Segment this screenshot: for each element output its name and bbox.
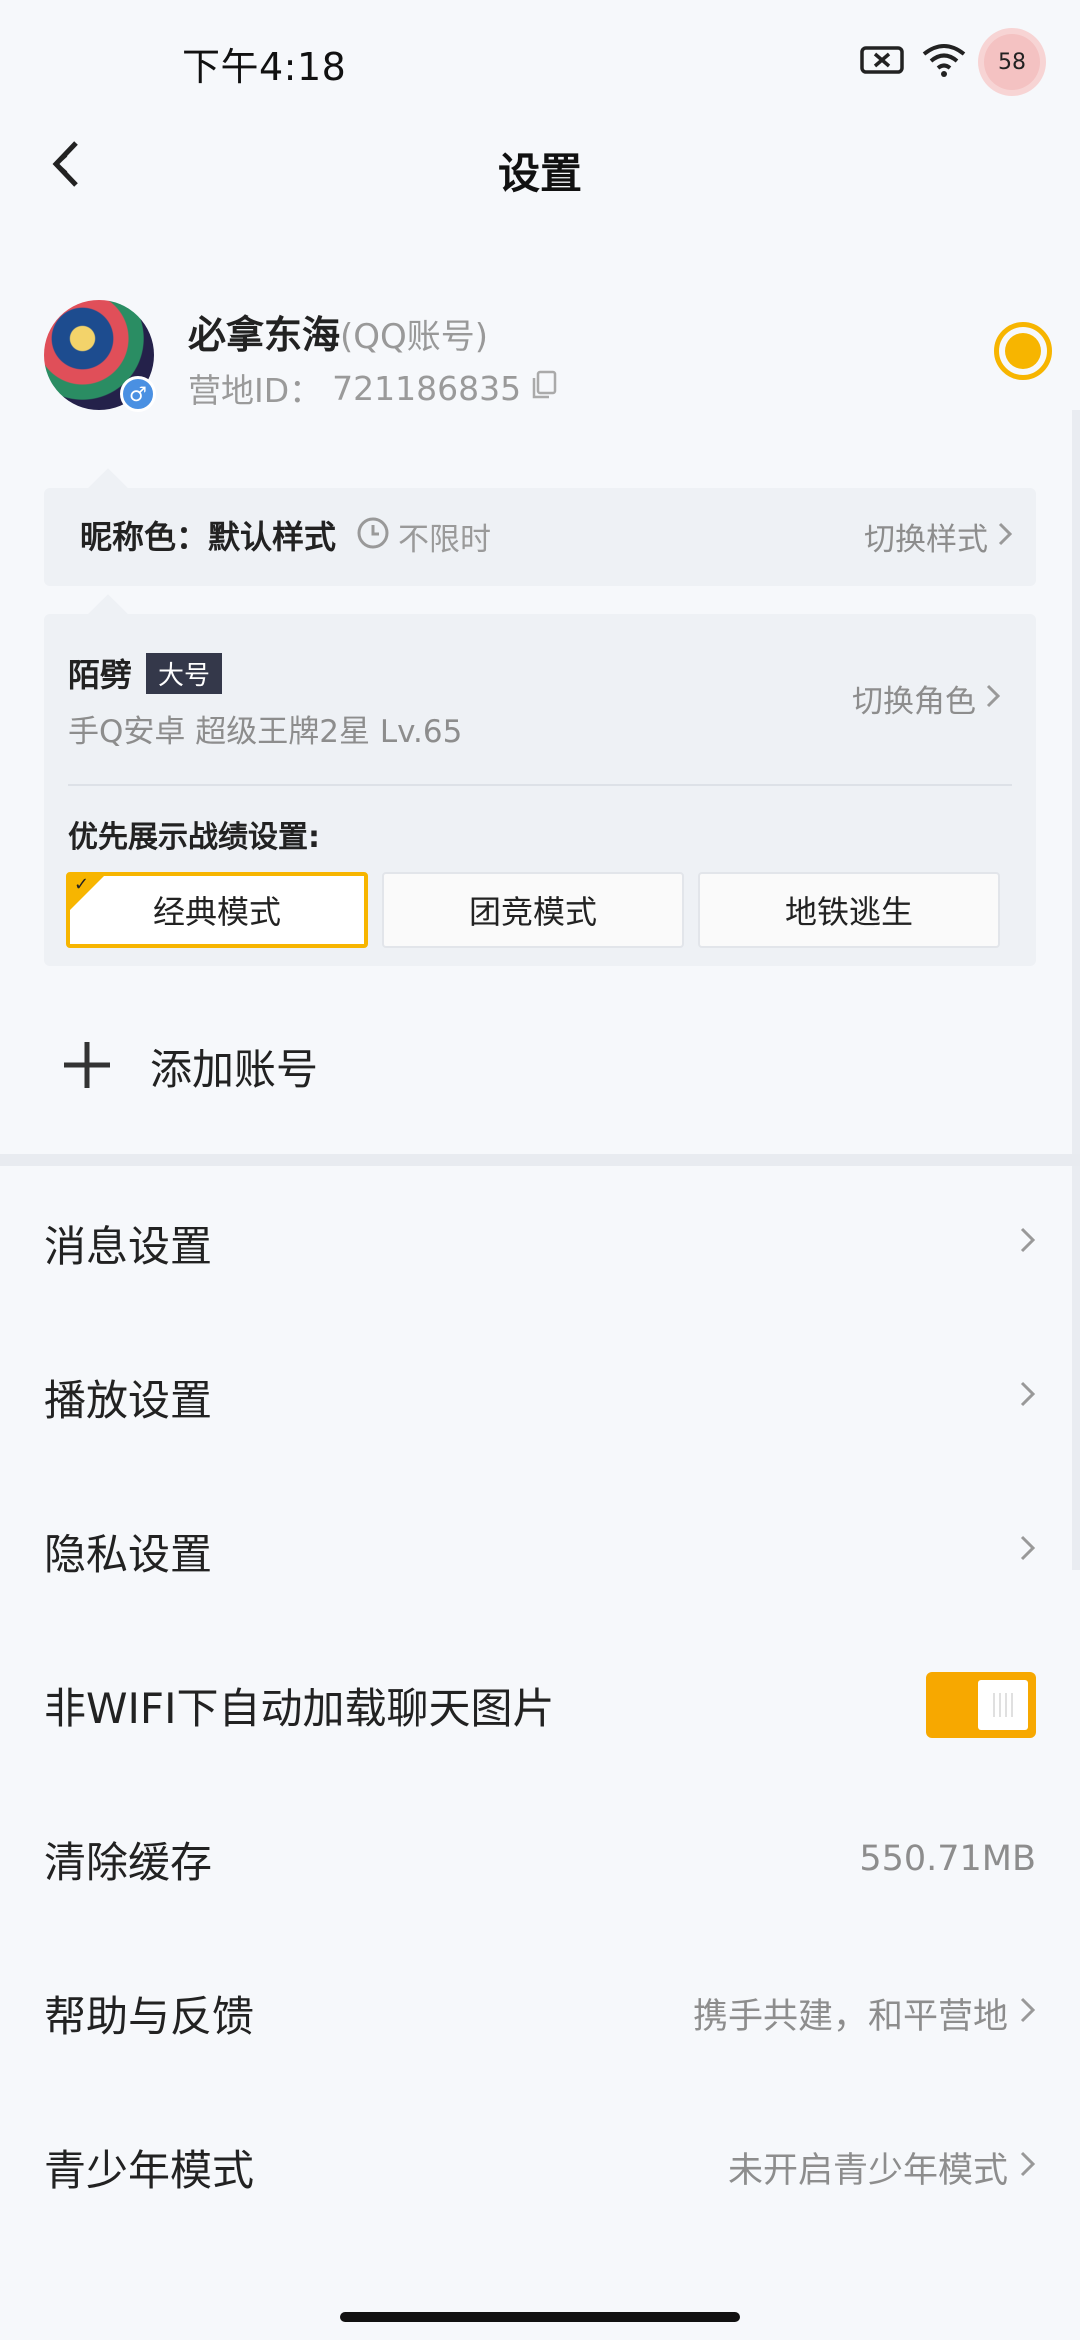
check-icon: ✓ [74,874,90,895]
status-icons: 58 [860,34,1040,90]
chevron-right-icon [1020,1531,1036,1571]
mode-classic-button[interactable]: ✓ 经典模式 [66,872,368,948]
id-value: 721186835 [332,368,522,408]
mode-label: 地铁逃生 [784,893,913,931]
settings-item-help[interactable]: 帮助与反馈 携手共建，和平营地 [44,1936,1036,2090]
limit-text: 不限时 [398,522,491,558]
settings-label: 隐私设置 [44,1529,213,1579]
settings-label: 播放设置 [44,1375,213,1425]
mode-selector: ✓ 经典模式 团竞模式 地铁逃生 [66,872,1000,948]
settings-label: 非WIFI下自动加载聊天图片 [44,1683,555,1733]
chevron-right-icon [1020,1223,1036,1263]
online-status-icon[interactable] [994,322,1052,380]
no-sim-icon [860,44,904,80]
role-info: 手Q安卓 超级王牌2星 Lv.65 [68,714,463,750]
section-divider [0,1154,1080,1166]
avatar[interactable]: ♂ [44,300,156,412]
role-name: 陌劈 [68,656,133,694]
wifi-images-toggle[interactable] [926,1672,1036,1738]
profile-id-row: 营地ID： 721186835 [188,364,557,412]
add-account-button[interactable]: 添加账号 [60,1036,318,1097]
battery-badge: 58 [984,34,1040,90]
mode-label: 团竞模式 [468,893,597,931]
switch-role-button[interactable]: 切换角色 [852,676,1001,721]
id-label: 营地ID： [188,371,323,410]
chevron-right-icon [986,681,1001,717]
chevron-right-icon [998,519,1013,555]
toggle-knob [978,1680,1028,1730]
preference-label: 优先展示战绩设置: [68,820,320,855]
settings-label: 消息设置 [44,1221,213,1271]
chevron-right-icon [1020,1993,1036,2033]
page-title: 设置 [497,149,582,198]
add-account-label: 添加账号 [150,1045,319,1094]
home-indicator[interactable] [340,2312,740,2322]
nickname-limit: 不限时 [356,514,491,559]
scrollbar-track[interactable] [1072,410,1080,1570]
header: 设置 [0,120,1080,210]
nickname-label: 昵称色：默认样式 [80,518,337,556]
gender-badge: ♂ [120,376,156,412]
chevron-right-icon [1020,2147,1036,2187]
settings-item-wifi-images: 非WIFI下自动加载聊天图片 [44,1628,1036,1782]
wifi-icon [922,42,966,82]
account-type: (QQ账号) [340,317,489,357]
role-card: 陌劈 大号 手Q安卓 超级王牌2星 Lv.65 切换角色 优先展示战绩设置: ✓… [44,594,1036,966]
status-time: 下午4:18 [182,45,347,89]
switch-role-label: 切换角色 [852,684,976,720]
switch-style-button[interactable]: 切换样式 [864,514,1013,559]
mode-metro-button[interactable]: 地铁逃生 [698,872,1000,948]
nickname-color-card[interactable]: 昵称色：默认样式 不限时 切换样式 [44,468,1036,586]
settings-item-youth[interactable]: 青少年模式 未开启青少年模式 [44,2090,1036,2244]
profile-name: 必拿东海 [188,313,341,357]
chevron-right-icon [1020,1377,1036,1417]
profile-name-row: 必拿东海(QQ账号) [188,304,488,359]
divider [68,784,1012,786]
settings-label: 清除缓存 [44,1837,213,1887]
mode-team-button[interactable]: 团竞模式 [382,872,684,948]
settings-item-privacy[interactable]: 隐私设置 [44,1474,1036,1628]
role-name-row: 陌劈 大号 [68,650,223,696]
mode-label: 经典模式 [152,893,281,931]
switch-style-label: 切换样式 [864,522,988,558]
clock-icon [356,516,390,558]
youth-status: 未开启青少年模式 [727,2150,1008,2191]
cache-size: 550.71MB [859,1839,1036,1879]
settings-item-message[interactable]: 消息设置 [44,1166,1036,1320]
settings-label: 帮助与反馈 [44,1991,255,2041]
role-tag: 大号 [146,652,223,694]
plus-icon [60,1038,114,1096]
settings-label: 青少年模式 [44,2145,255,2195]
status-bar: 下午4:18 58 [0,0,1080,120]
help-hint: 携手共建，和平营地 [692,1996,1008,2037]
copy-icon[interactable] [531,369,557,408]
settings-item-cache[interactable]: 清除缓存 550.71MB [44,1782,1036,1936]
settings-item-playback[interactable]: 播放设置 [44,1320,1036,1474]
profile-section[interactable]: ♂ 必拿东海(QQ账号) 营地ID： 721186835 [44,300,1052,420]
